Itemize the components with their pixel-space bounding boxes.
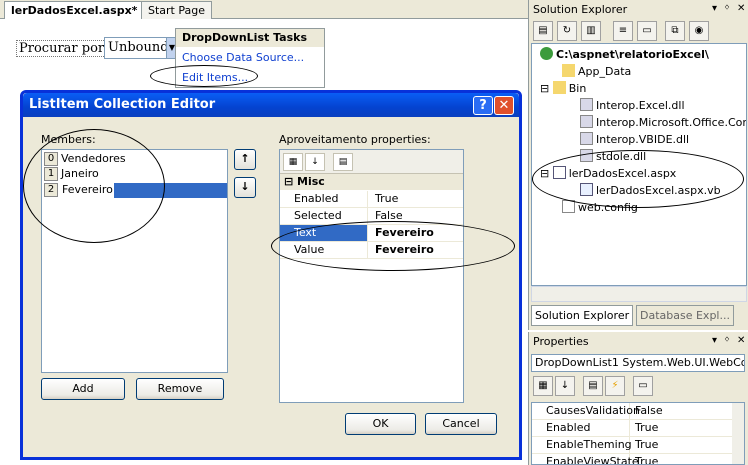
property-row-enabled[interactable]: Enabled True (280, 191, 463, 208)
tasks-title: DropDownList Tasks (176, 29, 324, 47)
property-value[interactable]: True (369, 191, 463, 207)
tab-start-page[interactable]: Start Page (141, 1, 212, 19)
object-selector[interactable]: DropDownList1 System.Web.UI.WebControls.… (531, 354, 745, 372)
dll-icon (580, 115, 593, 128)
tree-node-interop-office[interactable]: Interop.Microsoft.Office.Core.dll (580, 115, 747, 129)
property-value[interactable]: False (630, 403, 663, 417)
copy-website-icon[interactable]: ⧉ (665, 21, 685, 41)
property-pages-icon[interactable]: ▤ (333, 153, 353, 171)
panel-title: Properties (533, 335, 589, 348)
property-name: CausesValidation (532, 403, 640, 419)
alphabetical-icon[interactable]: ↓ (305, 153, 325, 171)
properties-view-icon[interactable]: ▤ (583, 376, 603, 396)
dropdownlist-control[interactable]: Unbound (104, 37, 169, 59)
folder-icon (552, 81, 566, 94)
pin-icon[interactable]: ᛜ (724, 3, 730, 14)
tree-node-project[interactable]: C:\aspnet\relatorioExcel\ (540, 47, 709, 61)
choose-data-source-link[interactable]: Choose Data Source... (182, 51, 304, 64)
solution-explorer-toolbar: ▤ ↻ ▥ ≡ ▭ ⧉ ◉ (529, 19, 748, 43)
tab-lerdadosexcel[interactable]: lerDadosExcel.aspx* (4, 1, 145, 20)
procurar-label: Procurar por : (16, 40, 116, 57)
tree-node-interop-vbide[interactable]: Interop.VBIDE.dll (580, 132, 689, 146)
edit-items-highlight (150, 65, 258, 87)
properties-label: Aproveitamento properties: (279, 133, 431, 146)
property-name: Enabled (532, 420, 630, 436)
properties-panel: Properties ▾ ᛜ ✕ DropDownList1 System.We… (528, 332, 748, 465)
node-label: Interop.VBIDE.dll (596, 133, 690, 146)
properties-icon[interactable]: ▤ (533, 21, 553, 41)
property-value[interactable]: True (630, 454, 658, 464)
refresh-icon[interactable]: ↻ (557, 21, 577, 41)
categorized-icon[interactable]: ▦ (283, 153, 303, 171)
view-designer-icon[interactable]: ▭ (637, 21, 657, 41)
remove-button[interactable]: Remove (136, 378, 224, 400)
help-button[interactable]: ? (473, 96, 493, 115)
tree-node-app-data[interactable]: App_Data (562, 64, 631, 78)
dll-icon (580, 132, 593, 145)
tree-node-interop-excel[interactable]: Interop.Excel.dll (580, 98, 685, 112)
tab-database-explorer[interactable]: Database Expl... (636, 305, 734, 326)
property-grid-toolbar: ▦ ↓ ▤ (280, 150, 463, 174)
alphabetical-icon[interactable]: ↓ (555, 376, 575, 396)
property-value[interactable]: True (630, 437, 658, 451)
move-up-button[interactable]: ↑ (234, 149, 256, 170)
tree-node-bin[interactable]: ⊟ Bin (540, 81, 586, 95)
cancel-button[interactable]: Cancel (425, 413, 497, 435)
view-code-icon[interactable]: ≡ (613, 21, 633, 41)
add-button[interactable]: Add (41, 378, 125, 400)
node-label: Interop.Microsoft.Office.Core.dll (596, 116, 747, 129)
property-pages-icon[interactable]: ▭ (633, 376, 653, 396)
property-name: EnableViewState (532, 454, 639, 464)
close-icon[interactable]: ✕ (737, 335, 745, 346)
close-icon[interactable]: ✕ (737, 3, 745, 14)
document-tab-strip: lerDadosExcel.aspx* Start Page (0, 0, 528, 20)
node-label: Bin (568, 82, 587, 95)
node-label: App_Data (578, 65, 632, 78)
node-label: Interop.Excel.dll (596, 99, 685, 112)
dll-icon (580, 98, 593, 111)
solution-explorer-panel: Solution Explorer ▾ ᛜ ✕ ▤ ↻ ▥ ≡ ▭ ⧉ ◉ C:… (528, 0, 748, 330)
dialog-title: ListItem Collection Editor (29, 97, 216, 112)
aspx-files-highlight (532, 150, 744, 208)
listitem-collection-editor-dialog: ListItem Collection Editor ? ✕ Members: … (20, 90, 522, 460)
property-row[interactable]: EnableViewState True (532, 454, 732, 464)
properties-toolbar: ▦ ↓ ▤ ⚡ ▭ (529, 374, 748, 398)
property-name: Enabled (280, 191, 368, 207)
dropdown-icon[interactable]: ▾ (712, 335, 717, 346)
dialog-titlebar: ListItem Collection Editor (23, 93, 519, 117)
website-icon (540, 47, 553, 60)
dropdown-icon[interactable]: ▾ (712, 3, 717, 14)
property-grid: ▦ ↓ ▤ ⊟ Misc Enabled True Selected False… (279, 149, 464, 403)
categorized-icon[interactable]: ▦ (533, 376, 553, 396)
vertical-scrollbar[interactable] (732, 403, 744, 464)
properties-list: CausesValidation False Enabled True Enab… (531, 402, 745, 465)
pin-icon[interactable]: ᛜ (724, 335, 730, 346)
category-misc[interactable]: ⊟ Misc (280, 174, 463, 190)
property-name: EnableTheming (532, 437, 632, 453)
solution-explorer-tabs: Solution Explorer Database Expl... (529, 305, 748, 327)
move-down-button[interactable]: ↓ (234, 177, 256, 198)
property-value[interactable]: True (630, 420, 658, 434)
members-highlight (23, 129, 165, 243)
nest-files-icon[interactable]: ▥ (581, 21, 601, 41)
horizontal-scrollbar[interactable] (531, 286, 747, 302)
property-row[interactable]: Enabled True (532, 420, 732, 437)
events-icon[interactable]: ⚡ (605, 376, 625, 396)
node-label: C:\aspnet\relatorioExcel\ (556, 48, 709, 61)
properties-highlight (271, 221, 515, 271)
property-row[interactable]: CausesValidation False (532, 403, 732, 420)
panel-title: Solution Explorer (533, 3, 628, 16)
category-label: Misc (297, 175, 325, 188)
tab-solution-explorer[interactable]: Solution Explorer (531, 305, 634, 326)
asp-config-icon[interactable]: ◉ (689, 21, 709, 41)
property-row[interactable]: EnableTheming True (532, 437, 732, 454)
close-button[interactable]: ✕ (494, 96, 514, 115)
folder-icon (562, 64, 575, 77)
ok-button[interactable]: OK (345, 413, 416, 435)
